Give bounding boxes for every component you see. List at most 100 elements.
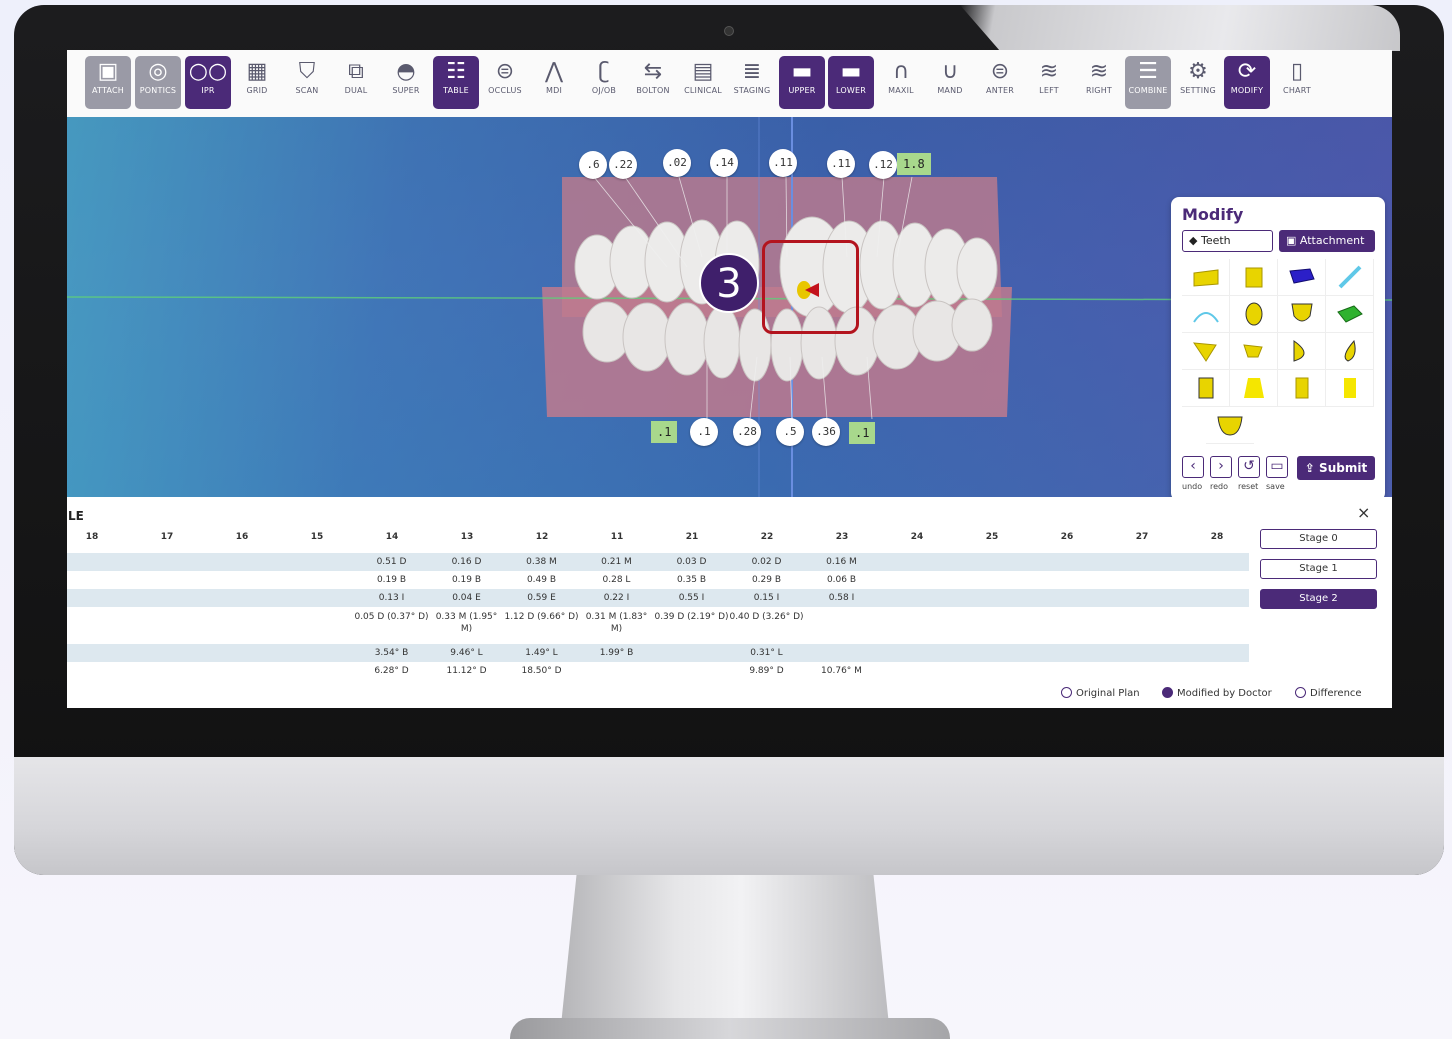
shape-drop-icon[interactable]	[1326, 333, 1374, 370]
maxil-icon: ∩	[892, 59, 910, 84]
table-cell: 0.28 L	[602, 575, 631, 585]
reset-button[interactable]: ↺	[1238, 456, 1260, 478]
shape-blue-block-icon[interactable]	[1278, 259, 1326, 296]
toolbar-bolton-button[interactable]: ⇆ BOLTON	[630, 56, 676, 109]
toolbar-ipr-button[interactable]: ○○ IPR	[185, 56, 231, 109]
undo-button[interactable]: ‹	[1182, 456, 1204, 478]
ipr-label[interactable]: .02	[663, 149, 691, 177]
folder-icon: ▭	[1270, 458, 1284, 474]
toolbar-left-button[interactable]: ≋ LEFT	[1026, 56, 1072, 109]
column-header: 14	[385, 532, 399, 542]
ipr-label[interactable]: .28	[733, 418, 761, 446]
ipr-label[interactable]: .6	[579, 151, 607, 179]
table-cell: 0.06 B	[826, 575, 857, 585]
table-cell: 0.05 D (0.37° D)	[354, 612, 429, 622]
shape-block-icon[interactable]	[1230, 259, 1278, 296]
toolbar-combine-button[interactable]: ☰ COMBINE	[1125, 56, 1171, 109]
attachment-tab[interactable]: ▣ Attachment	[1279, 230, 1375, 252]
table-cell: 9.89° D	[749, 666, 784, 676]
table-cell: 0.21 M	[601, 557, 632, 567]
shape-rectangle-icon[interactable]	[1182, 370, 1230, 407]
shape-oval-icon[interactable]	[1230, 296, 1278, 333]
shape-wedge-icon[interactable]	[1182, 333, 1230, 370]
monitor-stand	[560, 875, 890, 1035]
table-cell: 6.28° D	[374, 666, 409, 676]
teeth-tab[interactable]: ◆ Teeth	[1182, 230, 1273, 252]
ipr-label[interactable]: .5	[776, 418, 804, 446]
upper-icon: ▬	[791, 59, 813, 84]
ipr-label[interactable]: .14	[710, 149, 738, 177]
table-cell: 9.46° L	[450, 648, 483, 658]
stage-0-button[interactable]: Stage 0	[1260, 529, 1377, 549]
table-row: 0.51 D 0.16 D 0.38 M 0.21 M 0.03 D 0.02 D 0.16…	[67, 553, 1249, 571]
table-cell: 0.51 D	[376, 557, 407, 567]
table-cell: 0.38 M	[526, 557, 557, 567]
toolbar-clinical-button[interactable]: ▤ CLINICAL	[680, 56, 726, 109]
toolbar-mdi-button[interactable]: ⋀ MDI	[531, 56, 577, 109]
toolbar-staging-button[interactable]: ≣ STAGING	[729, 56, 775, 109]
ipr-label[interactable]: .11	[827, 150, 855, 178]
toolbar-grid-button[interactable]: ▦ GRID	[234, 56, 280, 109]
toolbar-ojob-button[interactable]: ʗ OJ/OB	[581, 56, 627, 109]
submit-button[interactable]: ⇪ Submit	[1297, 456, 1375, 480]
toolbar-mand-button[interactable]: ∪ MAND	[927, 56, 973, 109]
shape-trapezoid-icon[interactable]	[1230, 370, 1278, 407]
toolbar-setting-button[interactable]: ⚙ SETTING	[1175, 56, 1221, 109]
toolbar-scan-button[interactable]: ⛉ SCAN	[284, 56, 330, 109]
column-header: 25	[985, 532, 999, 542]
ipr-label[interactable]: .36	[812, 418, 840, 446]
toolbar-pontics-button[interactable]: ◎ PONTICS	[135, 56, 181, 109]
toolbar-occlus-button[interactable]: ⊜ OCCLUS	[482, 56, 528, 109]
close-icon[interactable]: ×	[1357, 503, 1370, 522]
toolbar-attach-button[interactable]: ▣ ATTACH	[85, 56, 131, 109]
shape-tall-block-icon[interactable]	[1326, 370, 1374, 407]
ipr-label[interactable]: .1	[690, 418, 718, 446]
shape-shield-icon[interactable]	[1278, 296, 1326, 333]
legend-difference[interactable]: Difference	[1295, 687, 1362, 699]
bolton-icon: ⇆	[643, 59, 663, 84]
shape-bar-icon[interactable]	[1326, 259, 1374, 296]
column-header: 11	[610, 532, 624, 542]
clinical-icon: ▤	[692, 59, 714, 84]
shape-pillar-icon[interactable]	[1278, 370, 1326, 407]
right-view-icon: ≋	[1089, 59, 1109, 84]
ipr-label[interactable]: .11	[769, 149, 797, 177]
legend-original-plan[interactable]: Original Plan	[1061, 687, 1140, 699]
toolbar-maxil-button[interactable]: ∩ MAXIL	[878, 56, 924, 109]
toolbar-upper-button[interactable]: ▬ UPPER	[779, 56, 825, 109]
shape-arc-icon[interactable]	[1182, 296, 1230, 333]
table-cell: 0.40 D (3.26° D)	[729, 612, 804, 622]
3d-viewport[interactable]: .6 .22 .02 .14 .11 .11 .12 1.8 .1 .1 .28…	[67, 117, 1392, 497]
toolbar-chart-button[interactable]: ▯ CHART	[1274, 56, 1320, 109]
toolbar-dual-button[interactable]: ⧉ DUAL	[333, 56, 379, 109]
toolbar-table-button[interactable]: ☷ TABLE	[433, 56, 479, 109]
toolbar-right-button[interactable]: ≋ RIGHT	[1076, 56, 1122, 109]
save-button[interactable]: ▭	[1266, 456, 1288, 478]
ojob-icon: ʗ	[598, 59, 610, 84]
table-cell: 3.54° B	[374, 648, 409, 658]
shape-small-wedge-icon[interactable]	[1230, 333, 1278, 370]
table-cell: 18.50° D	[521, 666, 562, 676]
shape-cup-icon[interactable]	[1206, 407, 1254, 444]
toolbar-super-button[interactable]: ◓ SUPER	[383, 56, 429, 109]
shape-rect-icon[interactable]	[1182, 259, 1230, 296]
redo-button[interactable]: ›	[1210, 456, 1232, 478]
scan-icon: ⛉	[298, 59, 316, 84]
ipr-label[interactable]: .22	[609, 151, 637, 179]
stage-1-button[interactable]: Stage 1	[1260, 559, 1377, 579]
stage-2-button[interactable]: Stage 2	[1260, 589, 1377, 609]
ipr-label[interactable]: .12	[869, 151, 897, 179]
toolbar-anter-button[interactable]: ⊜ ANTER	[977, 56, 1023, 109]
column-header: 24	[910, 532, 924, 542]
shape-half-oval-icon[interactable]	[1278, 333, 1326, 370]
highlight-box	[762, 240, 859, 334]
legend-modified-by-doctor[interactable]: Modified by Doctor	[1162, 687, 1272, 699]
pontics-icon: ◎	[148, 59, 168, 84]
toolbar-lower-button[interactable]: ▬ LOWER	[828, 56, 874, 109]
toolbar-modify-button[interactable]: ⟳ MODIFY	[1224, 56, 1270, 109]
table-cell: 0.31 M (1.83° M)	[585, 612, 648, 634]
radio-icon	[1061, 687, 1072, 698]
ipr-total-label: .1	[849, 422, 876, 444]
shape-green-block-icon[interactable]	[1326, 296, 1374, 333]
modify-panel: Modify ◆ Teeth ▣ Attachment ‹ › ↺ ▭ undo…	[1171, 197, 1385, 497]
